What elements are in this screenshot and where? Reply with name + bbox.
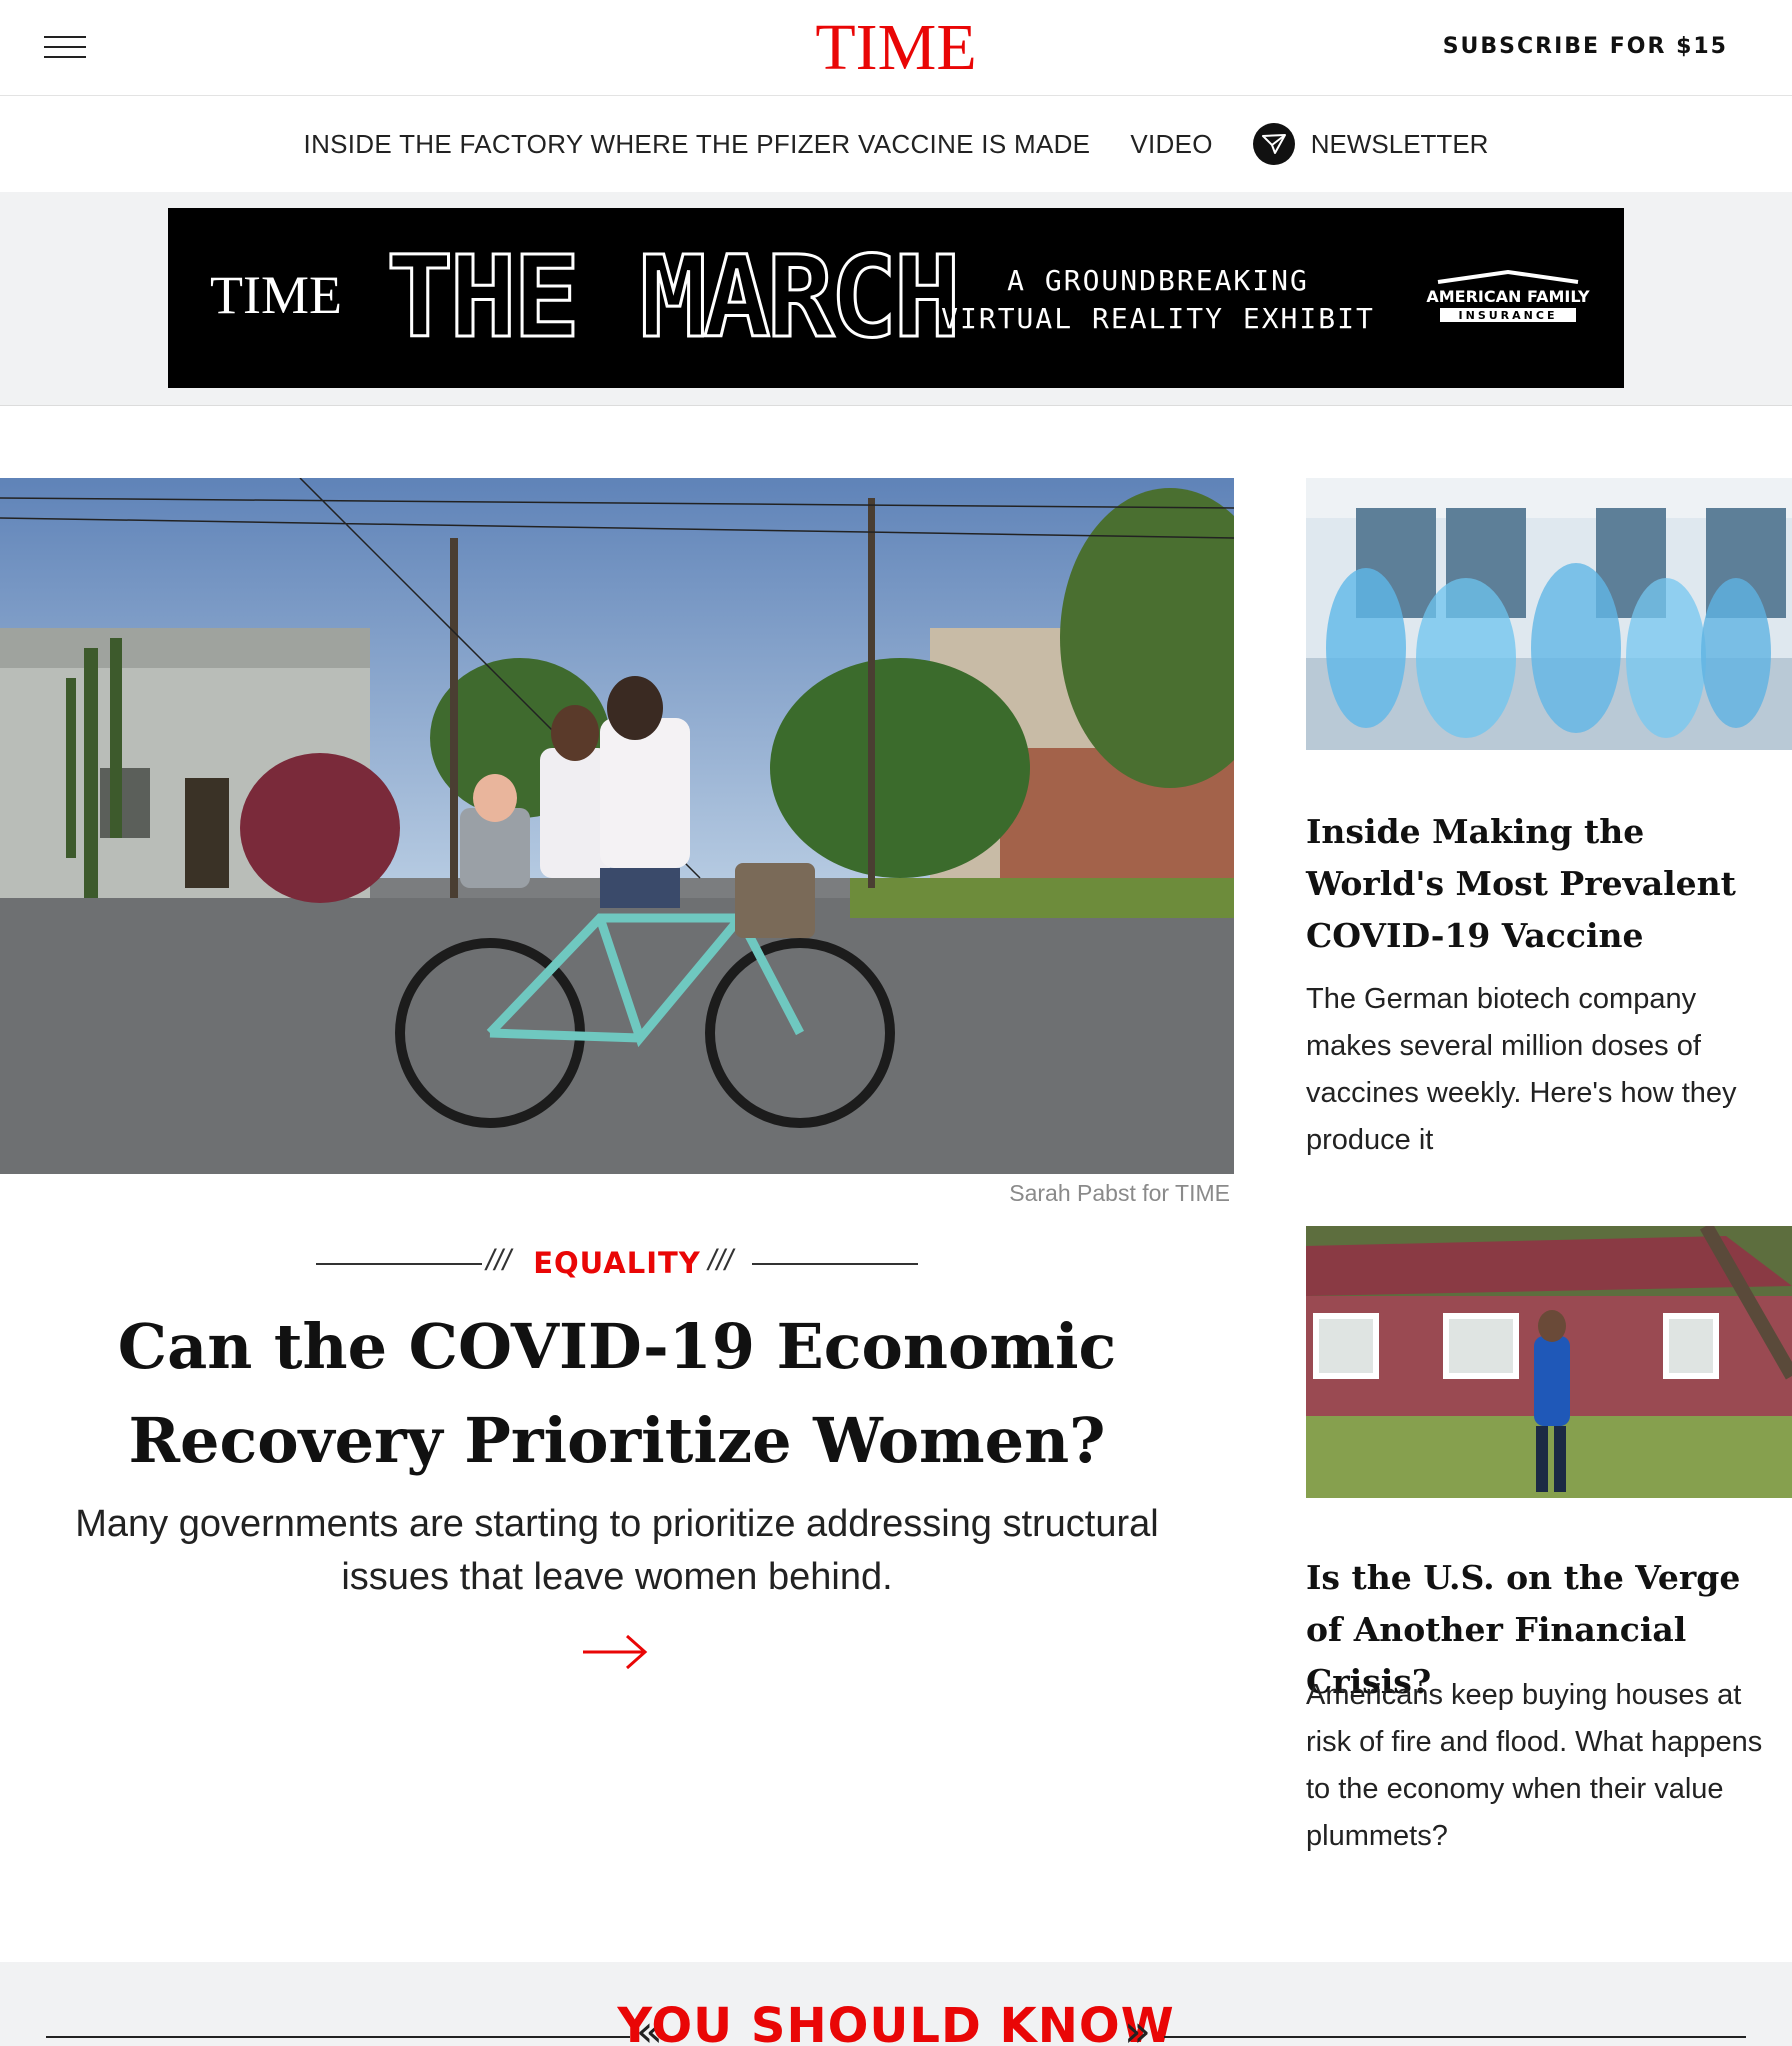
newsletter-link[interactable]: NEWSLETTER bbox=[1252, 123, 1489, 165]
newsletter-label: NEWSLETTER bbox=[1310, 128, 1489, 159]
hamburger-menu-icon[interactable] bbox=[44, 34, 88, 60]
nav-link-video[interactable]: VIDEO bbox=[1130, 129, 1212, 160]
ad-tagline-line2: VIRTUAL REALITY EXHIBIT bbox=[941, 302, 1375, 335]
hero-dek: Many governments are starting to priorit… bbox=[75, 1503, 1159, 1598]
sidebar-photo-vaccine-lab[interactable] bbox=[1306, 478, 1792, 750]
the-march-ad-banner[interactable]: TIME THE MARCH A GROUNDBREAKING VIRTUAL … bbox=[168, 208, 1624, 388]
ad-tagline: A GROUNDBREAKING VIRTUAL REALITY EXHIBIT bbox=[918, 262, 1398, 338]
sidebar-dek-financial-crisis: Americans keep buying houses at risk of … bbox=[1306, 1679, 1763, 1852]
section-kicker: /// EQUALITY /// bbox=[316, 1242, 918, 1286]
subscribe-button[interactable]: SUBSCRIBE FOR $15 bbox=[1443, 34, 1728, 59]
ad-band: TIME THE MARCH A GROUNDBREAKING VIRTUAL … bbox=[0, 192, 1792, 406]
ad-tagline-line1: A GROUNDBREAKING bbox=[1007, 264, 1309, 297]
photo-credit: Sarah Pabst for TIME bbox=[1009, 1180, 1230, 1206]
section-heading: YOU SHOULD KNOW bbox=[617, 1998, 1175, 2046]
arrow-right-icon[interactable] bbox=[581, 1630, 651, 1674]
ad-time-logo: TIME bbox=[210, 265, 342, 325]
american-family-insurance-logo: AMERICAN FAMILY INSURANCE bbox=[1418, 269, 1598, 326]
ad-title: THE MARCH bbox=[385, 233, 963, 363]
secondary-nav: INSIDE THE FACTORY WHERE THE PFIZER VACC… bbox=[0, 96, 1792, 192]
sidebar-headline-vaccine[interactable]: Inside Making the World's Most Prevalent… bbox=[1306, 806, 1776, 962]
chevron-right-double-icon: » bbox=[1124, 2006, 1151, 2046]
kicker-slashes-right: /// bbox=[708, 1244, 734, 1277]
newsletter-send-icon bbox=[1252, 123, 1295, 165]
nav-link-pfizer-factory[interactable]: INSIDE THE FACTORY WHERE THE PFIZER VACC… bbox=[304, 129, 1091, 160]
you-should-know-section: « YOU SHOULD KNOW » bbox=[0, 1962, 1792, 2046]
sidebar-photo-house-woman[interactable] bbox=[1306, 1226, 1792, 1498]
time-logo[interactable]: TIME bbox=[815, 11, 976, 84]
ad-sponsor-line1: AMERICAN FAMILY bbox=[1426, 287, 1590, 306]
hero-photo-bicycle-family[interactable] bbox=[0, 478, 1234, 1174]
sidebar-dek-vaccine: The German biotech company makes several… bbox=[1306, 983, 1737, 1156]
hero-headline[interactable]: Can the COVID-19 Economic Recovery Prior… bbox=[80, 1300, 1154, 1488]
kicker-rule-right bbox=[752, 1263, 918, 1265]
ad-sponsor-line2: INSURANCE bbox=[1459, 309, 1558, 322]
site-header: TIME SUBSCRIBE FOR $15 bbox=[0, 0, 1792, 96]
section-rule-right bbox=[1164, 2036, 1746, 2038]
